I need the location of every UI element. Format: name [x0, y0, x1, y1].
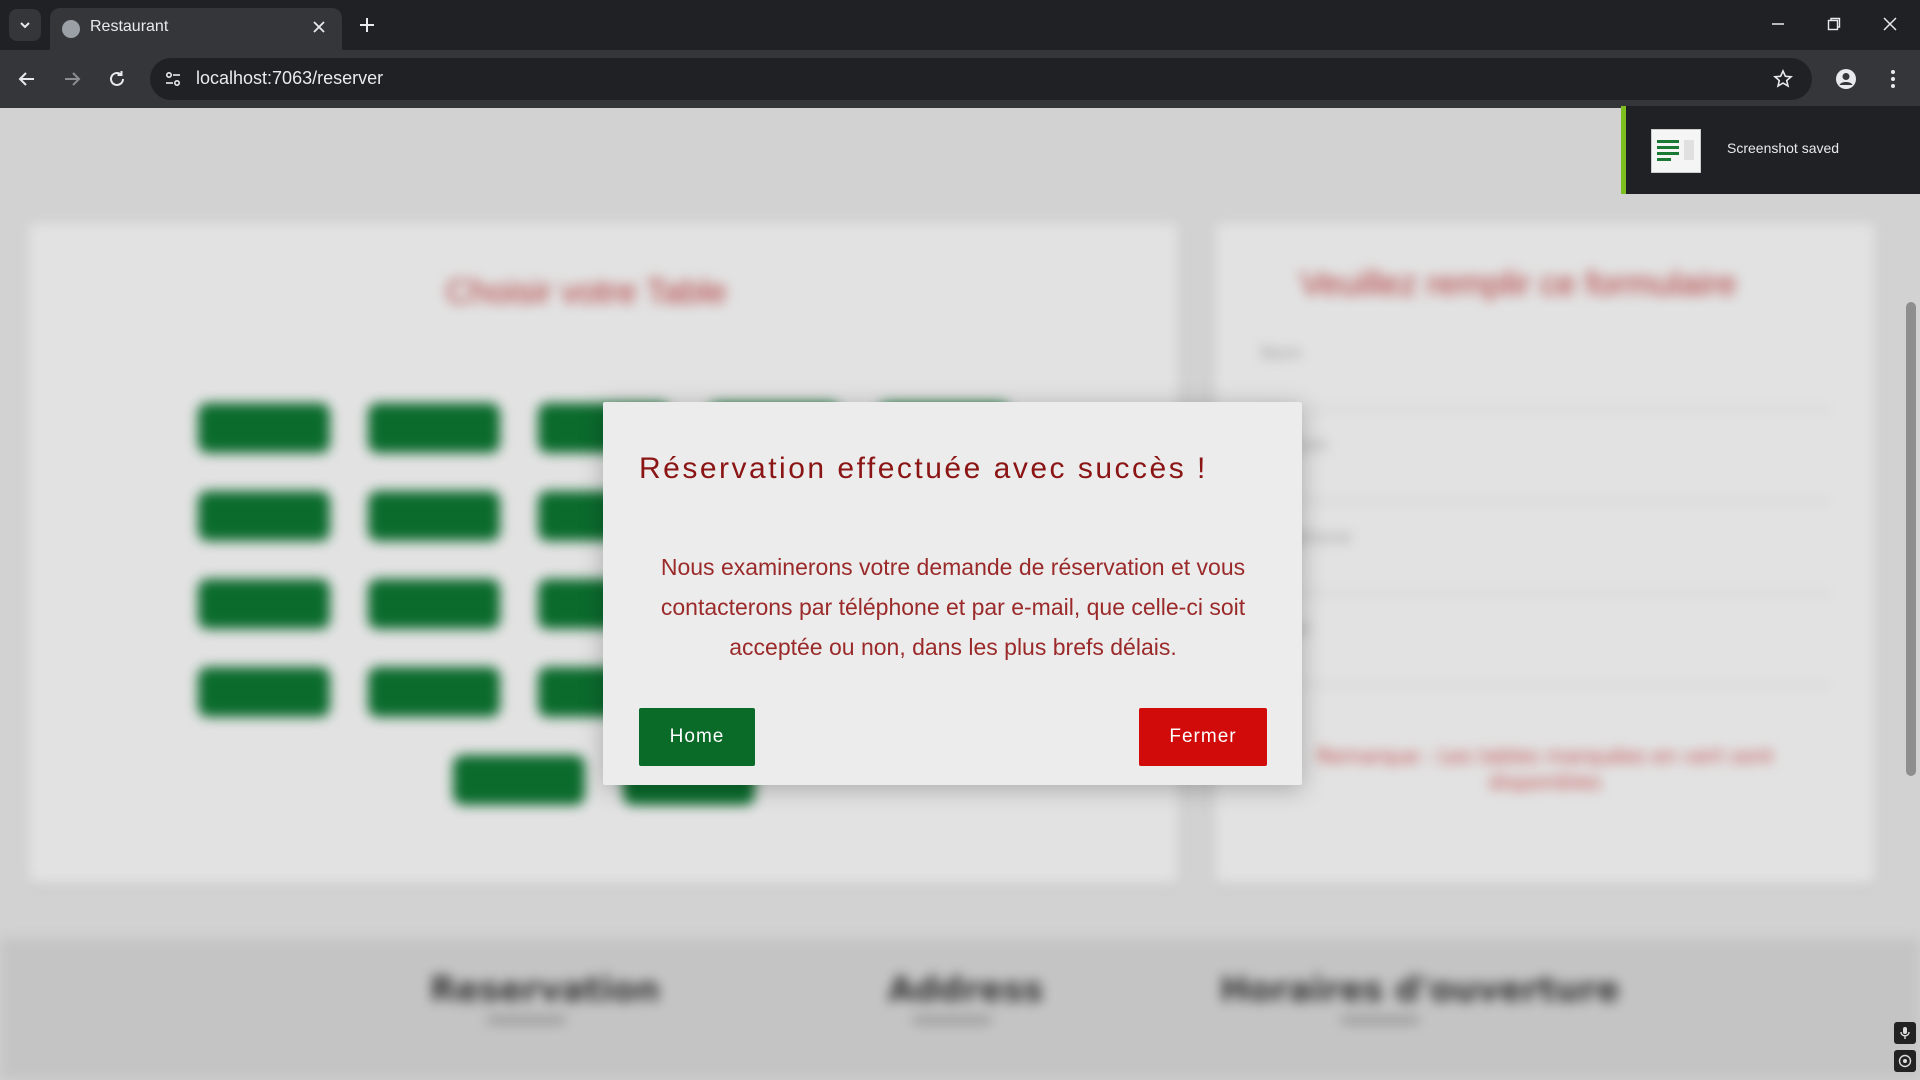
reload-button[interactable]	[99, 61, 135, 97]
toast-message: Screenshot saved	[1727, 140, 1840, 156]
home-button[interactable]: Home	[639, 708, 755, 766]
screenshot-thumbnail[interactable]	[1651, 129, 1701, 173]
close-modal-button[interactable]: Fermer	[1139, 708, 1267, 766]
tab-search-button[interactable]	[9, 9, 41, 41]
table-selection-title: Choisir votre Table	[446, 273, 727, 311]
minimize-button[interactable]	[1750, 0, 1806, 48]
page-footer: Reservation Address Horaires d'ouverture	[0, 938, 1920, 1080]
table-button[interactable]	[368, 667, 500, 717]
close-icon	[313, 21, 325, 33]
thumbnail-icon	[1657, 140, 1694, 161]
chevron-down-icon	[20, 22, 30, 29]
screenshot-toast[interactable]: Screenshot saved	[1621, 106, 1920, 194]
toast-accent-bar	[1621, 106, 1626, 194]
target-icon	[1898, 1054, 1912, 1068]
minimize-icon	[1772, 23, 1784, 25]
tab-title: Restaurant	[90, 18, 169, 35]
form-label-nom: Nom	[1260, 343, 1303, 364]
table-button[interactable]	[198, 403, 330, 453]
profile-icon	[1836, 69, 1856, 89]
form-input-telephone[interactable]	[1260, 592, 1830, 594]
lens-button[interactable]	[1894, 1050, 1916, 1072]
table-button[interactable]	[453, 755, 585, 805]
tab-bar: Restaurant	[0, 0, 1920, 50]
modal-message: Nous examinerons votre demande de réserv…	[660, 554, 1246, 660]
back-icon	[18, 72, 34, 86]
browser-tab[interactable]: Restaurant	[50, 8, 342, 50]
reservation-form-card: Veuillez remplir ce formulaire Nom Préno…	[1215, 223, 1875, 883]
globe-icon	[62, 20, 80, 38]
forward-icon	[65, 72, 81, 86]
star-icon	[1773, 69, 1793, 88]
form-input-nom[interactable]	[1260, 408, 1830, 410]
browser-menu-button[interactable]	[1875, 61, 1911, 97]
footer-heading-address: Address	[888, 970, 1044, 1010]
form-title: Veuillez remplir ce formulaire	[1300, 265, 1737, 303]
bookmark-button[interactable]	[1768, 64, 1798, 94]
table-button[interactable]	[198, 579, 330, 629]
browser-toolbar: localhost:7063/reserver	[0, 50, 1920, 108]
url-text[interactable]: localhost:7063/reserver	[196, 68, 383, 89]
tab-close-button[interactable]	[306, 14, 332, 40]
back-button[interactable]	[9, 61, 45, 97]
table-button[interactable]	[368, 579, 500, 629]
restore-icon	[1827, 17, 1841, 31]
site-info-icon	[165, 71, 181, 87]
table-button[interactable]	[198, 491, 330, 541]
modal-title: Réservation effectuée avec succès !	[639, 452, 1208, 485]
reload-icon	[110, 71, 124, 86]
site-info-button[interactable]	[158, 64, 188, 94]
table-button[interactable]	[368, 491, 500, 541]
profile-button[interactable]	[1828, 61, 1864, 97]
footer-subtext	[1340, 1016, 1420, 1024]
success-modal: Réservation effectuée avec succès ! Nous…	[603, 402, 1302, 785]
table-button[interactable]	[368, 403, 500, 453]
forward-button[interactable]	[54, 61, 90, 97]
form-input-prenom[interactable]	[1260, 500, 1830, 502]
address-bar[interactable]: localhost:7063/reserver	[150, 58, 1812, 100]
footer-subtext	[912, 1016, 992, 1024]
close-window-button[interactable]	[1862, 0, 1918, 48]
footer-heading-hours: Horaires d'ouverture	[1220, 970, 1620, 1010]
restore-button[interactable]	[1806, 0, 1862, 48]
form-note: Remarque : Les tables marquées en vert s…	[1316, 744, 1774, 794]
table-button[interactable]	[198, 667, 330, 717]
mic-button[interactable]	[1894, 1022, 1916, 1044]
new-tab-button[interactable]	[352, 10, 382, 40]
page-scrollbar[interactable]	[1906, 302, 1916, 776]
form-input-email[interactable]	[1260, 684, 1830, 686]
footer-subtext	[486, 1016, 566, 1024]
footer-heading-reservation: Reservation	[430, 970, 660, 1010]
microphone-icon	[1900, 1027, 1910, 1039]
close-window-icon	[1883, 17, 1897, 31]
menu-icon	[1891, 70, 1895, 88]
plus-icon	[360, 18, 374, 32]
